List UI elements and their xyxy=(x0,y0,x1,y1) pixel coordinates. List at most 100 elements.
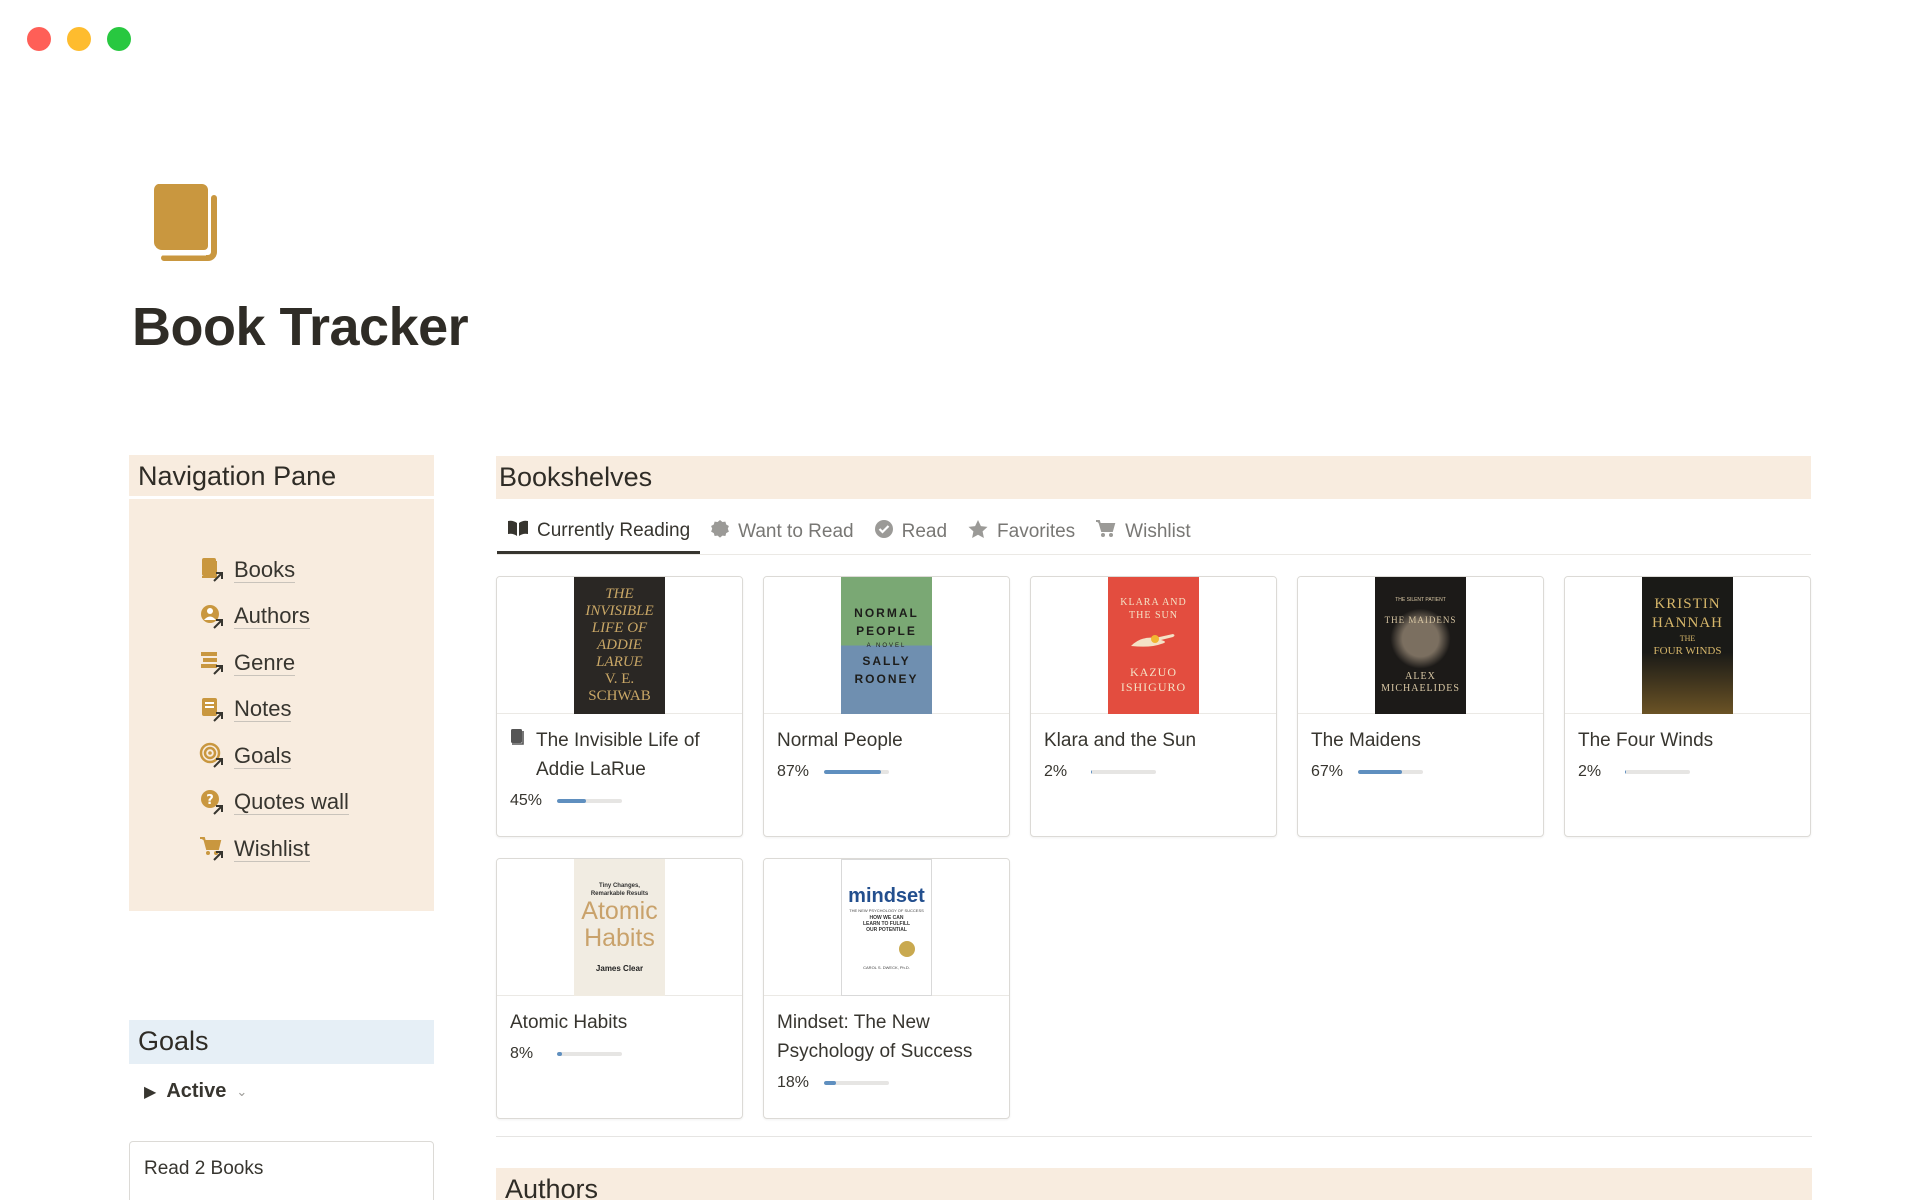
badge-icon xyxy=(710,519,730,545)
target-link-icon xyxy=(199,742,227,770)
cover-text: James Clear xyxy=(595,963,644,973)
book-title-text: The Invisible Life of Addie LaRue xyxy=(536,730,700,780)
cover-text: SCHWAB xyxy=(588,688,651,704)
reading-progress: 2% xyxy=(1044,763,1263,781)
toggle-triangle-icon[interactable]: ▶ xyxy=(144,1082,156,1102)
cover-text: THE NEW PSYCHOLOGY OF SUCCESS xyxy=(849,907,924,913)
cover-text: Tiny Changes, xyxy=(599,882,640,889)
progress-percent: 87% xyxy=(777,763,810,780)
book-card[interactable]: THE INVISIBLE LIFE OF ADDIE LARUE V. E. … xyxy=(496,576,743,837)
cover-text: OUR POTENTIAL xyxy=(866,926,907,933)
window-controls xyxy=(27,27,131,51)
cover-text: V. E. xyxy=(604,671,635,687)
tab-wishlist[interactable]: Wishlist xyxy=(1085,510,1200,554)
book-card[interactable]: KLARA AND THE SUN KAZUO ISHIGURO Klara a… xyxy=(1030,576,1277,837)
card-body: The Invisible Life of Addie LaRue 45% xyxy=(497,714,742,820)
progress-percent: 18% xyxy=(777,1074,810,1091)
reading-progress: 87% xyxy=(777,763,996,781)
cover-text: NORMAL xyxy=(854,605,919,620)
cover-text: mindset xyxy=(848,884,925,907)
tab-want-to-read[interactable]: Want to Read xyxy=(700,510,863,554)
book-card[interactable]: KRISTIN HANNAH THE FOUR WINDS The Four W… xyxy=(1564,576,1811,837)
progress-bar-fill xyxy=(557,799,587,803)
close-window-button[interactable] xyxy=(27,27,51,51)
nav-item-notes[interactable]: Notes xyxy=(199,687,434,734)
progress-bar xyxy=(1358,770,1423,774)
stack-link-icon xyxy=(199,649,227,677)
reading-progress: 2% xyxy=(1578,763,1797,781)
nav-label-authors: Authors xyxy=(234,603,310,630)
cover-text: ALEX xyxy=(1405,671,1436,682)
svg-text:?: ? xyxy=(206,793,214,808)
cover-area: THE SILENT PATIENT THE MAIDENS ALEX MICH… xyxy=(1298,577,1543,714)
progress-bar xyxy=(1625,770,1690,774)
cover-text: KRISTIN xyxy=(1654,596,1721,612)
nav-item-genre[interactable]: Genre xyxy=(199,640,434,687)
reading-progress: 67% xyxy=(1311,763,1530,781)
cover-text: CAROL S. DWECK, Ph.D. xyxy=(863,964,910,970)
cover-text: ADDIE xyxy=(597,637,642,653)
nav-label-genre: Genre xyxy=(234,649,296,676)
reading-progress: 45% xyxy=(510,792,729,810)
cover-text: THE xyxy=(605,586,634,602)
cover-text: LIFE OF xyxy=(591,620,648,636)
quote-link-icon: ? xyxy=(199,789,227,817)
book-title-text: The Four Winds xyxy=(1578,730,1714,751)
progress-bar-fill xyxy=(1625,770,1627,774)
section-divider xyxy=(496,1136,1812,1137)
book-title: The Four Winds xyxy=(1578,726,1797,755)
person-link-icon xyxy=(199,603,227,631)
nav-label-notes: Notes xyxy=(234,696,292,723)
cover-text: PEOPLE xyxy=(856,623,917,638)
cart-icon xyxy=(1095,519,1117,545)
tab-read[interactable]: Read xyxy=(864,510,957,554)
card-body: Atomic Habits 8% xyxy=(497,996,742,1073)
book-card[interactable]: Tiny Changes, Remarkable Results Atomic … xyxy=(496,858,743,1119)
tab-favorites[interactable]: Favorites xyxy=(957,510,1085,554)
tab-currently-reading[interactable]: Currently Reading xyxy=(497,510,701,554)
progress-bar-fill xyxy=(1358,770,1402,774)
book-card[interactable]: NORMAL PEOPLE A NOVEL SALLY ROONEY Norma… xyxy=(763,576,1010,837)
cover-text: HANNAH xyxy=(1652,615,1723,631)
nav-item-wishlist[interactable]: Wishlist xyxy=(199,826,434,873)
book-title: Atomic Habits xyxy=(510,1008,729,1037)
card-body: Mindset: The New Psychology of Success 1… xyxy=(764,996,1009,1102)
progress-bar xyxy=(1091,770,1156,774)
nav-item-quotes-wall[interactable]: ? Quotes wall xyxy=(199,780,434,827)
book-title: The Invisible Life of Addie LaRue xyxy=(510,726,729,784)
tab-label: Currently Reading xyxy=(537,519,691,541)
progress-bar xyxy=(557,1052,622,1056)
book-cover: KLARA AND THE SUN KAZUO ISHIGURO xyxy=(1108,577,1199,714)
book-card[interactable]: THE SILENT PATIENT THE MAIDENS ALEX MICH… xyxy=(1297,576,1544,837)
cover-text: THE xyxy=(1679,634,1696,643)
tab-label: Read xyxy=(901,521,948,542)
reading-progress: 8% xyxy=(510,1045,729,1063)
nav-item-authors[interactable]: Authors xyxy=(199,594,434,641)
zoom-window-button[interactable] xyxy=(107,27,131,51)
nav-item-goals[interactable]: Goals xyxy=(199,733,434,780)
goal-card[interactable]: Read 2 Books xyxy=(129,1141,434,1200)
nav-item-books[interactable]: Books xyxy=(199,547,434,594)
chevron-down-icon: ⌄ xyxy=(236,1083,248,1099)
cover-area: KRISTIN HANNAH THE FOUR WINDS xyxy=(1565,577,1810,714)
star-icon xyxy=(967,519,989,545)
book-title-text: Normal People xyxy=(777,730,903,751)
cover-text: INVISIBLE xyxy=(585,603,654,619)
cover-area: THE INVISIBLE LIFE OF ADDIE LARUE V. E. … xyxy=(497,577,742,714)
book-cover: mindset THE NEW PSYCHOLOGY OF SUCCESS HO… xyxy=(841,859,932,996)
progress-bar-fill xyxy=(1091,770,1093,774)
page-icon xyxy=(510,726,528,784)
book-link-icon xyxy=(199,556,227,584)
books-icon[interactable] xyxy=(148,182,224,264)
book-title-text: Klara and the Sun xyxy=(1044,730,1197,751)
cover-text: LARUE xyxy=(596,654,643,670)
cover-text: THE SUN xyxy=(1129,610,1178,621)
page-title: Book Tracker xyxy=(132,297,469,357)
goals-section-title: Goals xyxy=(129,1020,434,1064)
book-cover: Tiny Changes, Remarkable Results Atomic … xyxy=(574,859,665,996)
cover-text: THE MAIDENS xyxy=(1384,615,1457,625)
book-card[interactable]: mindset THE NEW PSYCHOLOGY OF SUCCESS HO… xyxy=(763,858,1010,1119)
minimize-window-button[interactable] xyxy=(67,27,91,51)
goals-view-selector[interactable]: ▶ Active ⌄ xyxy=(144,1080,247,1103)
progress-bar xyxy=(557,799,622,803)
